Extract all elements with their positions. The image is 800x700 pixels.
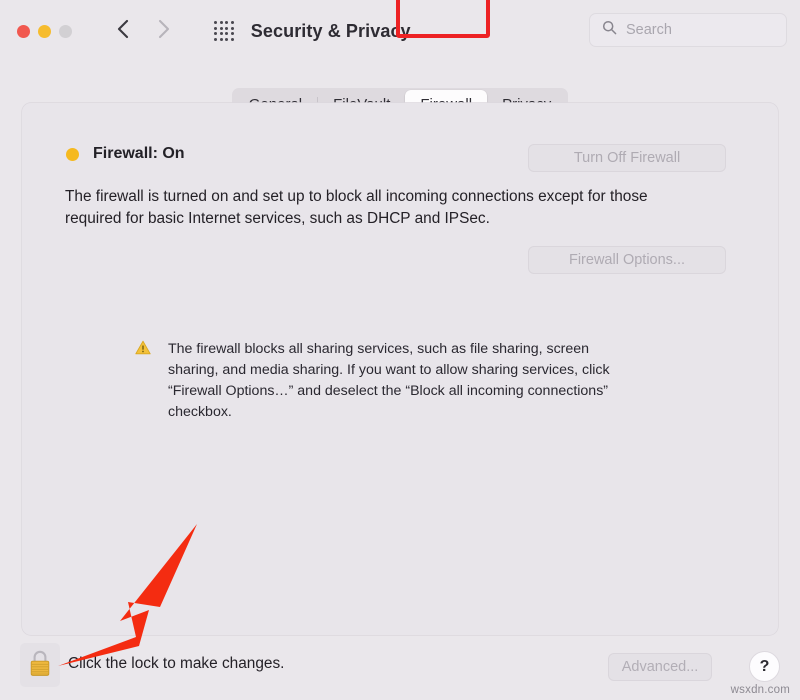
firewall-warning-text: The firewall blocks all sharing services… [168, 341, 610, 420]
warning-triangle-icon [135, 340, 151, 423]
help-button[interactable]: ? [749, 651, 780, 682]
firewall-description: The firewall is turned on and set up to … [65, 188, 648, 228]
window-titlebar: Security & Privacy Search [0, 0, 800, 62]
status-indicator-dot [66, 147, 79, 161]
site-watermark: wsxdn.com [730, 684, 790, 696]
lock-caption-text: Click the lock to make changes. [68, 655, 285, 672]
closed-padlock-icon [27, 648, 53, 683]
advanced-button[interactable]: Advanced... [608, 653, 712, 681]
page-title: Security & Privacy [250, 20, 411, 41]
chevron-left-icon[interactable] [116, 18, 131, 45]
show-all-preferences-grid-icon[interactable] [214, 21, 234, 41]
firewall-options-button[interactable]: Firewall Options... [528, 246, 726, 274]
chevron-right-icon [156, 18, 171, 45]
firewall-settings-panel: Firewall: On Turn Off Firewall The firew… [22, 103, 778, 635]
firewall-status-row: Firewall: On [66, 145, 185, 163]
search-placeholder: Search [626, 22, 672, 38]
navigation-arrows [116, 18, 171, 45]
zoom-window-button [59, 24, 72, 38]
close-window-button[interactable] [17, 24, 30, 38]
lock-button[interactable] [20, 643, 60, 687]
search-input[interactable]: Search [589, 13, 787, 47]
firewall-warning-block: The firewall blocks all sharing services… [135, 339, 615, 423]
search-icon [602, 20, 617, 40]
firewall-status-label: Firewall: On [93, 145, 185, 162]
minimize-window-button[interactable] [38, 24, 51, 38]
turn-off-firewall-button[interactable]: Turn Off Firewall [528, 144, 726, 172]
traffic-light-group [17, 24, 72, 38]
